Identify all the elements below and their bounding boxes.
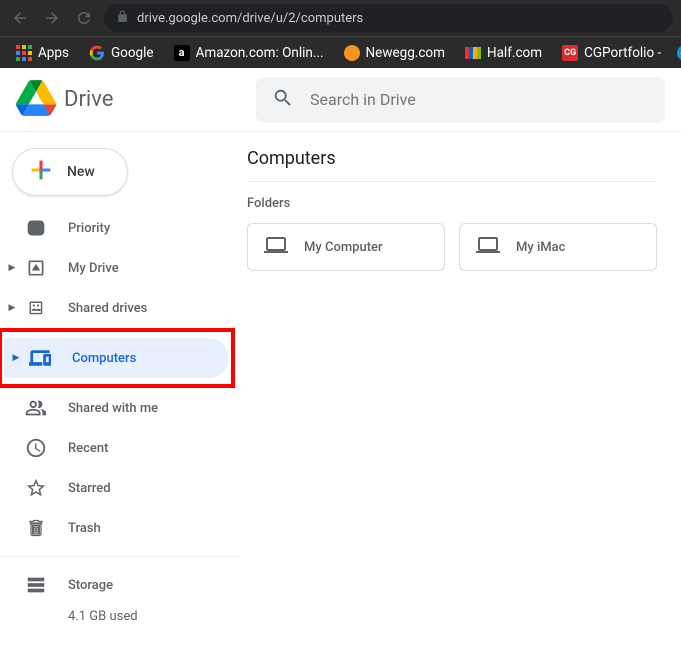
laptop-icon [476, 233, 500, 261]
search-icon [272, 87, 294, 113]
page-title: Computers [247, 148, 657, 182]
bookmark-amazon[interactable]: a Amazon.com: Onlin... [166, 41, 332, 65]
google-icon [89, 45, 105, 61]
mydrive-icon [24, 256, 48, 280]
bookmark-half[interactable]: Half.com [457, 41, 550, 65]
laptop-icon [264, 233, 288, 261]
back-button[interactable] [8, 6, 32, 30]
sidebar-item-label: Computers [72, 351, 136, 366]
bookmark-label: CGPortfolio - [584, 45, 661, 61]
folder-card[interactable]: My iMac [459, 223, 657, 271]
highlight-annotation: ▶ Computers [0, 328, 235, 388]
sidebar-item-shared-with-me[interactable]: Shared with me [0, 388, 223, 428]
bookmark-label: Google [111, 45, 154, 61]
reload-button[interactable] [72, 6, 96, 30]
folder-card[interactable]: My Computer [247, 223, 445, 271]
recent-icon [24, 436, 48, 460]
bookmark-apps[interactable]: Apps [8, 41, 77, 65]
sidebar-item-recent[interactable]: Recent [0, 428, 223, 468]
sidebar-item-shared-drives[interactable]: ▶ Shared drives [0, 288, 223, 328]
sidebar-item-label: Priority [68, 221, 110, 236]
shared-drives-icon [24, 296, 48, 320]
folder-name: My iMac [516, 240, 565, 255]
drive-logo[interactable]: Drive [16, 78, 256, 122]
url-bar[interactable]: drive.google.com/drive/u/2/computers [104, 4, 673, 32]
bookmark-google[interactable]: Google [81, 41, 162, 65]
forward-button[interactable] [40, 6, 64, 30]
sidebar-item-computers[interactable]: ▶ Computers [4, 338, 229, 378]
drive-logo-icon [16, 78, 56, 122]
extension-icon[interactable] [677, 45, 681, 61]
content-area: Computers Folders My Computer My iMac [239, 132, 681, 624]
url-text: drive.google.com/drive/u/2/computers [137, 11, 363, 26]
sidebar-item-storage[interactable]: Storage [0, 565, 223, 605]
sidebar-item-label: Shared drives [68, 301, 147, 316]
divider [0, 556, 239, 557]
sidebar-item-label: Shared with me [68, 401, 158, 416]
sidebar: New Priority ▶ My Drive ▶ Shared drives [0, 132, 239, 624]
sidebar-item-starred[interactable]: Starred [0, 468, 223, 508]
bookmark-label: Newegg.com [366, 45, 445, 61]
bookmarks-bar: Apps Google a Amazon.com: Onlin... Neweg… [0, 36, 681, 68]
half-icon [465, 45, 481, 61]
newegg-icon [344, 45, 360, 61]
sidebar-item-label: Recent [68, 441, 108, 456]
sidebar-item-priority[interactable]: Priority [0, 208, 223, 248]
browser-toolbar: drive.google.com/drive/u/2/computers [0, 0, 681, 36]
chevron-right-icon[interactable]: ▶ [6, 263, 18, 273]
chevron-right-icon[interactable]: ▶ [6, 303, 18, 313]
sidebar-item-label: Starred [68, 481, 111, 496]
sidebar-item-trash[interactable]: Trash [0, 508, 223, 548]
starred-icon [24, 476, 48, 500]
drive-logo-text: Drive [64, 87, 113, 112]
sidebar-item-label: Trash [68, 521, 101, 536]
folder-name: My Computer [304, 240, 383, 255]
shared-with-me-icon [24, 396, 48, 420]
search-box[interactable] [256, 77, 665, 123]
sidebar-item-label: My Drive [68, 261, 119, 276]
trash-icon [24, 516, 48, 540]
bookmark-label: Half.com [487, 45, 542, 61]
sidebar-item-mydrive[interactable]: ▶ My Drive [0, 248, 223, 288]
bookmark-label: Amazon.com: Onlin... [196, 45, 324, 61]
plus-icon [27, 156, 55, 188]
bookmark-newegg[interactable]: Newegg.com [336, 41, 453, 65]
lock-icon [116, 10, 129, 27]
storage-used-text: 4.1 GB used [0, 609, 239, 624]
new-button[interactable]: New [12, 148, 128, 196]
sidebar-item-label: Storage [68, 578, 113, 593]
priority-icon [24, 216, 48, 240]
bookmark-label: Apps [38, 45, 69, 61]
apps-icon [16, 45, 32, 61]
cg-icon: CG [562, 45, 578, 61]
amazon-icon: a [174, 45, 190, 61]
drive-header: Drive [0, 68, 681, 132]
section-label: Folders [247, 196, 657, 211]
chevron-right-icon[interactable]: ▶ [10, 353, 22, 363]
computers-icon [28, 346, 52, 370]
bookmark-cg[interactable]: CG CGPortfolio - [554, 41, 669, 65]
search-input[interactable] [310, 90, 649, 109]
storage-icon [24, 573, 48, 597]
new-button-label: New [67, 164, 95, 180]
